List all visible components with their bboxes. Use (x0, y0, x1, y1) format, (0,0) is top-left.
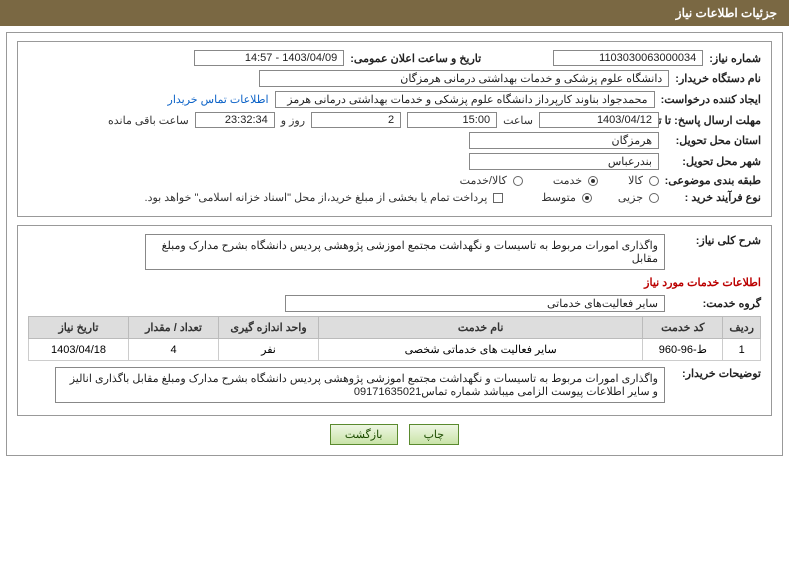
deadline-label: مهلت ارسال پاسخ: تا تاریخ: (665, 114, 761, 127)
cell-name: سایر فعالیت های خدماتی شخصی (319, 339, 643, 361)
row-buyer-org: نام دستگاه خریدار: دانشگاه علوم پزشکی و … (28, 70, 761, 87)
buyer-org-label: نام دستگاه خریدار: (675, 72, 761, 85)
time-label: ساعت (503, 114, 533, 127)
upper-details-box: شماره نیاز: 1103030063000034 تاریخ و ساع… (17, 41, 772, 217)
table-header-row: ردیف کد خدمت نام خدمت واحد اندازه گیری ت… (29, 317, 761, 339)
th-row: ردیف (723, 317, 761, 339)
radio-goods[interactable] (649, 176, 659, 186)
remain-suffix: ساعت باقی مانده (108, 114, 189, 127)
requestor-value: محمدجواد بناوند کارپرداز دانشگاه علوم پز… (275, 91, 655, 108)
radio-medium-label: متوسط (541, 191, 576, 204)
th-code: کد خدمت (643, 317, 723, 339)
th-qty: تعداد / مقدار (129, 317, 219, 339)
row-buyer-notes: توضیحات خریدار: واگذاری امورات مربوط به … (28, 367, 761, 403)
buyer-org-value: دانشگاه علوم پزشکی و خدمات بهداشتی درمان… (259, 70, 669, 87)
main-frame: شماره نیاز: 1103030063000034 تاریخ و ساع… (6, 32, 783, 456)
row-deadline: مهلت ارسال پاسخ: تا تاریخ: 1403/04/12 سا… (28, 112, 761, 128)
row-province: استان محل تحویل: هرمزگان (28, 132, 761, 149)
province-label: استان محل تحویل: (665, 134, 761, 147)
radio-medium[interactable] (582, 193, 592, 203)
subject-cat-label: طبقه بندی موضوعی: (665, 174, 761, 187)
services-section-title: اطلاعات خدمات مورد نیاز (28, 276, 761, 289)
page-title-bar: جزئیات اطلاعات نیاز (0, 0, 789, 26)
announce-label: تاریخ و ساعت اعلان عمومی: (350, 52, 481, 65)
radio-partial[interactable] (649, 193, 659, 203)
row-service-group: گروه خدمت: سایر فعالیت‌های خدماتی (28, 295, 761, 312)
radio-service[interactable] (588, 176, 598, 186)
radio-service-label: خدمت (553, 174, 582, 187)
cell-row: 1 (723, 339, 761, 361)
th-name: نام خدمت (319, 317, 643, 339)
city-value: بندرعباس (469, 153, 659, 170)
lower-details-box: شرح کلی نیاز: واگذاری امورات مربوط به تا… (17, 225, 772, 416)
service-group-value: سایر فعالیت‌های خدماتی (285, 295, 665, 312)
province-value: هرمزگان (469, 132, 659, 149)
back-button[interactable]: بازگشت (330, 424, 398, 445)
need-no-label: شماره نیاز: (709, 52, 761, 65)
row-need-no: شماره نیاز: 1103030063000034 تاریخ و ساع… (28, 50, 761, 66)
radio-goods-label: کالا (628, 174, 643, 187)
remain-time: 23:32:34 (195, 112, 275, 128)
row-city: شهر محل تحویل: بندرعباس (28, 153, 761, 170)
cell-unit: نفر (219, 339, 319, 361)
button-row: چاپ بازگشت (17, 424, 772, 445)
cell-date: 1403/04/18 (29, 339, 129, 361)
days-value: 2 (311, 112, 401, 128)
days-suffix: روز و (281, 114, 305, 127)
deadline-time: 15:00 (407, 112, 497, 128)
row-subject-category: طبقه بندی موضوعی: کالا خدمت کالا/خدمت (28, 174, 761, 187)
contact-buyer-link[interactable]: اطلاعات تماس خریدار (168, 93, 269, 106)
city-label: شهر محل تحویل: (665, 155, 761, 168)
page-title: جزئیات اطلاعات نیاز (676, 6, 777, 20)
row-overview: شرح کلی نیاز: واگذاری امورات مربوط به تا… (28, 234, 761, 270)
buyer-notes-value: واگذاری امورات مربوط به تاسیسات و نگهداش… (55, 367, 665, 403)
cell-code: ط-96-960 (643, 339, 723, 361)
service-group-label: گروه خدمت: (671, 297, 761, 310)
requestor-label: ایجاد کننده درخواست: (661, 93, 761, 106)
buyer-notes-label: توضیحات خریدار: (671, 367, 761, 380)
treasury-checkbox[interactable] (493, 193, 503, 203)
print-button[interactable]: چاپ (409, 424, 460, 445)
overview-label: شرح کلی نیاز: (671, 234, 761, 247)
services-table: ردیف کد خدمت نام خدمت واحد اندازه گیری ت… (28, 316, 761, 361)
radio-partial-label: جزیی (618, 191, 643, 204)
row-requestor: ایجاد کننده درخواست: محمدجواد بناوند کار… (28, 91, 761, 108)
th-unit: واحد اندازه گیری (219, 317, 319, 339)
overview-value: واگذاری امورات مربوط به تاسیسات و نگهداش… (145, 234, 665, 270)
buy-type-label: نوع فرآیند خرید : (665, 191, 761, 204)
cell-qty: 4 (129, 339, 219, 361)
radio-both[interactable] (513, 176, 523, 186)
deadline-date: 1403/04/12 (539, 112, 659, 128)
table-row: 1 ط-96-960 سایر فعالیت های خدماتی شخصی ن… (29, 339, 761, 361)
announce-value: 1403/04/09 - 14:57 (194, 50, 344, 66)
need-no-value: 1103030063000034 (553, 50, 703, 66)
radio-both-label: کالا/خدمت (460, 174, 507, 187)
treasury-note: پرداخت تمام یا بخشی از مبلغ خرید،از محل … (145, 191, 488, 204)
th-date: تاریخ نیاز (29, 317, 129, 339)
row-buy-type: نوع فرآیند خرید : جزیی متوسط پرداخت تمام… (28, 191, 761, 204)
